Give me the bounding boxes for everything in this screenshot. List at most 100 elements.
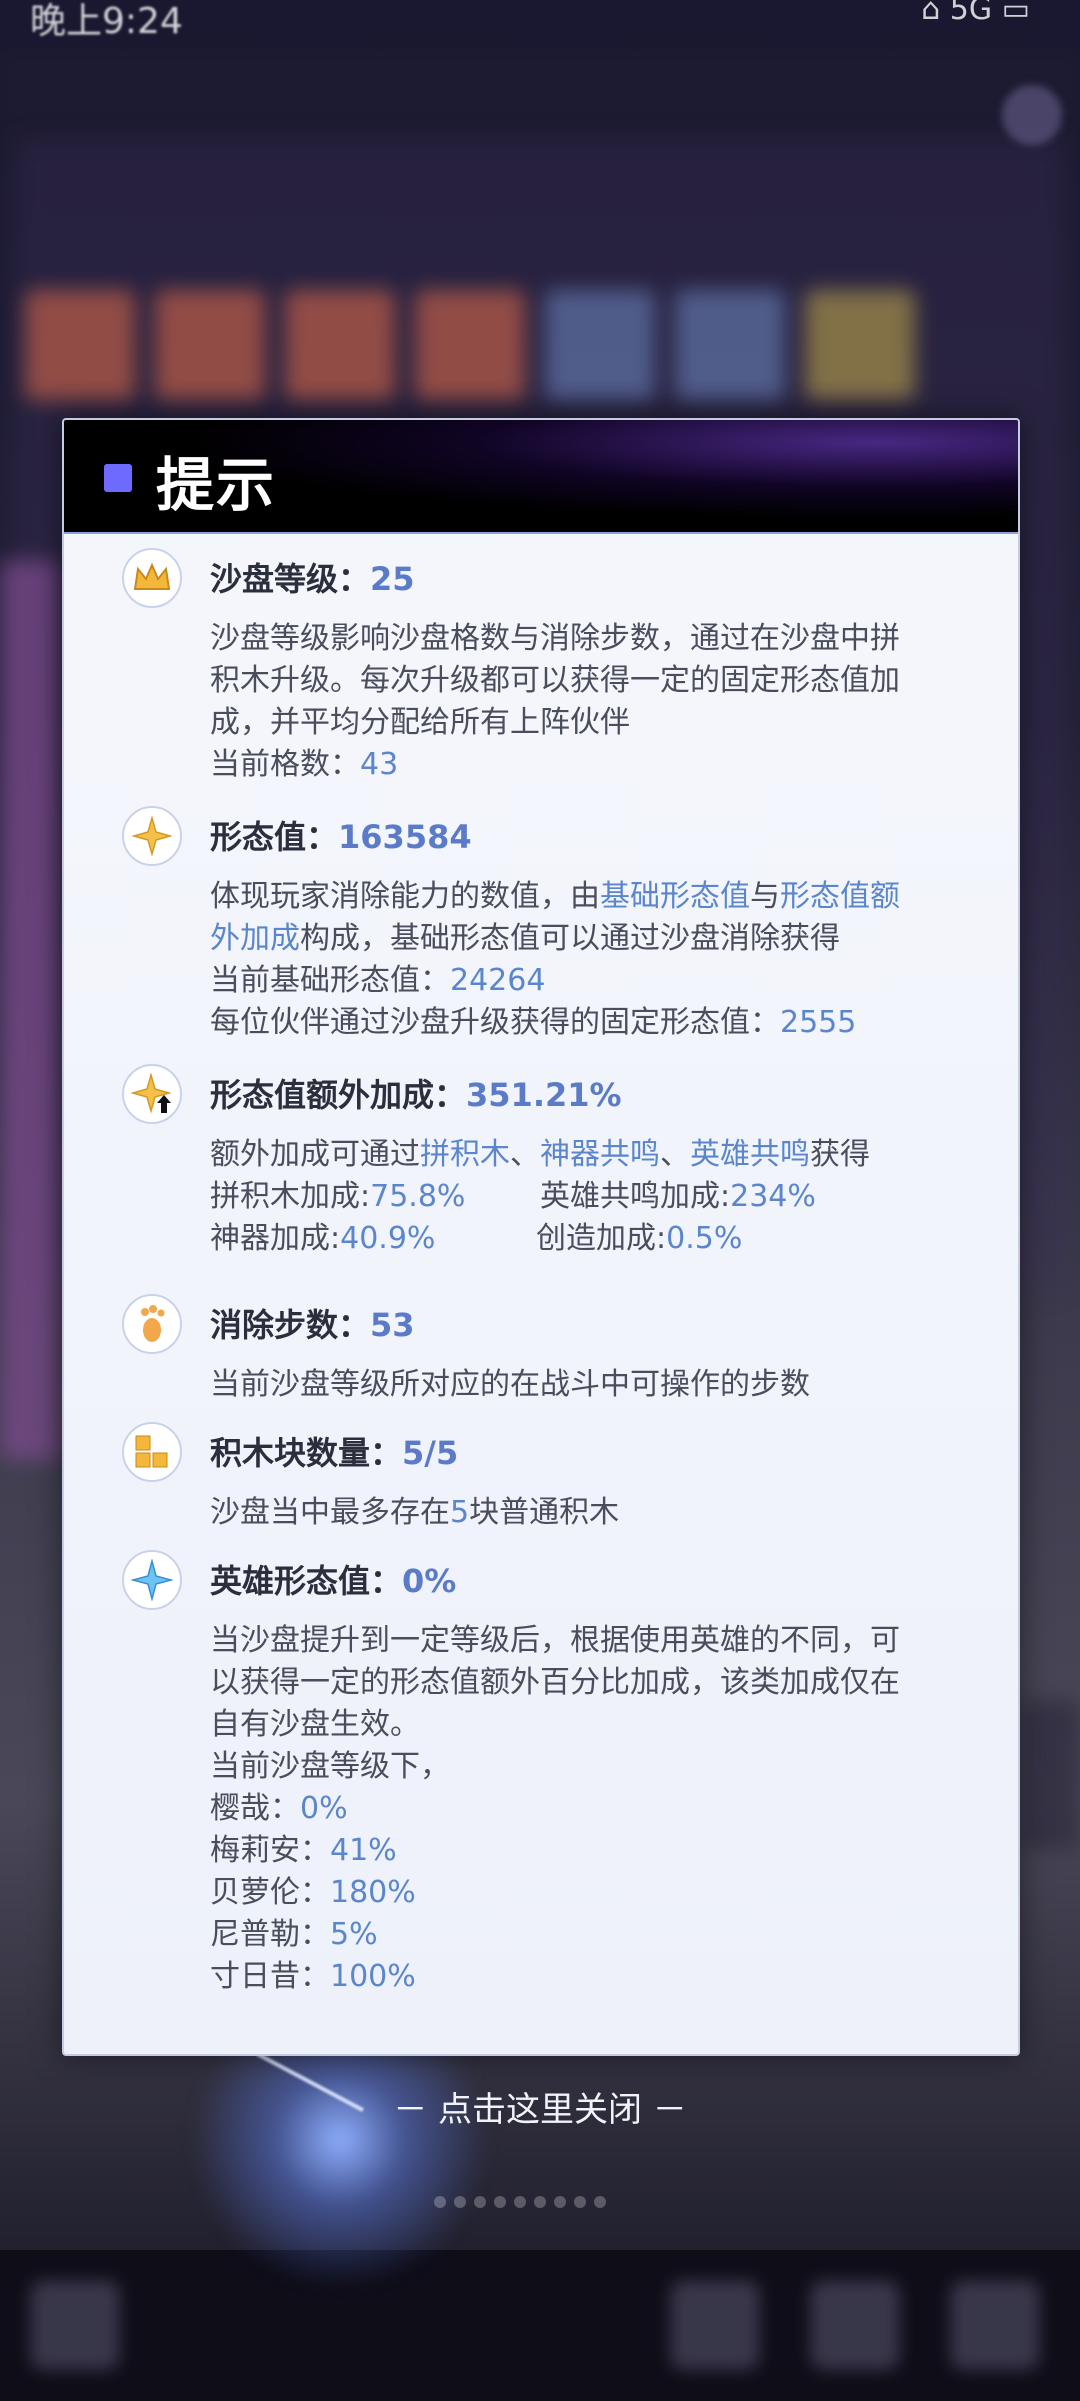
page-dots — [430, 2193, 610, 2208]
link-base-form[interactable]: 基础形态值 — [600, 879, 750, 914]
hero-bonus-value: 234% — [730, 1179, 816, 1214]
status-bar: 晚上9:24 ⌂ 5G ▭ — [0, 0, 1080, 42]
crown-icon — [122, 548, 182, 608]
page-dot — [494, 2196, 506, 2208]
link-extra-bonus[interactable]: 外加成 — [210, 921, 300, 956]
dialog-header: 提示 — [64, 420, 1018, 534]
status-icons: ⌂ 5G ▭ — [921, 0, 1030, 27]
level-value: 25 — [370, 560, 415, 598]
fixed-form-row: 每位伙伴通过沙盘升级获得的固定形态值：2555 — [210, 1002, 970, 1044]
block-bonus-label: 拼积木加成: — [210, 1179, 371, 1214]
link-hero[interactable]: 英雄共鸣 — [690, 1137, 810, 1172]
bonus-row: 拼积木加成:75.8% 英雄共鸣加成:234% — [210, 1176, 970, 1218]
hero-row: 樱哉：0% — [210, 1788, 970, 1830]
help-button[interactable] — [1002, 85, 1062, 145]
section-title: 形态值额外加成：351.21% — [210, 1070, 622, 1116]
desc-line: 沙盘当中最多存在5块普通积木 — [210, 1492, 970, 1534]
title-label: 英雄形态值： — [210, 1562, 403, 1600]
bottom-bar — [0, 2250, 1080, 2401]
section-title: 消除步数：53 — [210, 1300, 415, 1346]
section-body: 沙盘等级影响沙盘格数与消除步数，通过在沙盘中拼 积木升级。每次升级都可以获得一定… — [210, 618, 970, 786]
desc-text: 构成，基础形态值可以通过沙盘消除获得 — [300, 921, 840, 956]
create-bonus-value: 0.5% — [666, 1221, 743, 1256]
desc-text: 与 — [750, 879, 780, 914]
section-title: 沙盘等级：25 — [210, 554, 415, 600]
base-form-row: 当前基础形态值：24264 — [210, 960, 970, 1002]
grid-label: 当前格数： — [210, 747, 360, 782]
desc-line: 成，并平均分配给所有上阵伙伴 — [210, 705, 630, 740]
artifact-bonus-label: 神器加成: — [210, 1221, 341, 1256]
hero-name: 贝萝伦： — [210, 1875, 330, 1910]
status-time: 晚上9:24 — [30, 1, 183, 42]
desc-line: 体现玩家消除能力的数值，由基础形态值与形态值额 — [210, 876, 970, 918]
blocks-icon — [122, 1422, 182, 1482]
fixed-value: 2555 — [780, 1005, 857, 1040]
tile — [545, 290, 655, 400]
star-icon — [122, 806, 182, 866]
tile — [675, 290, 785, 400]
hint-dialog: 提示 沙盘等级：25 沙盘等级影响沙盘格数与消除步数，通过在沙盘中拼 积木升级。… — [62, 418, 1020, 2056]
desc-line: 当前沙盘等级下， — [210, 1749, 450, 1784]
tile — [0, 560, 60, 1460]
hero-icon[interactable] — [670, 2280, 760, 2370]
dialog-title: 提示 — [156, 451, 277, 519]
desc-line: 当前沙盘等级所对应的在战斗中可操作的步数 — [210, 1367, 810, 1402]
page-dot — [534, 2196, 546, 2208]
desc-line: 外加成构成，基础形态值可以通过沙盘消除获得 — [210, 918, 970, 960]
section-title: 积木块数量：5/5 — [210, 1428, 458, 1474]
separator: 、 — [510, 1137, 540, 1172]
section-body: 沙盘当中最多存在5块普通积木 — [210, 1492, 970, 1534]
header-square-icon — [104, 464, 132, 492]
hero-name: 樱哉： — [210, 1791, 300, 1826]
hero-bonus-label: 英雄共鸣加成: — [540, 1179, 731, 1214]
form-value: 163584 — [338, 818, 472, 856]
section-body: 额外加成可通过拼积木、神器共鸣、英雄共鸣获得 拼积木加成:75.8% 英雄共鸣加… — [210, 1134, 970, 1260]
title-label: 形态值额外加成： — [210, 1076, 467, 1114]
desc-text: 获得 — [810, 1137, 870, 1172]
page-dot — [514, 2196, 526, 2208]
page-dot — [594, 2196, 606, 2208]
link-extra-bonus[interactable]: 形态值额 — [780, 879, 900, 914]
menu-icon[interactable] — [950, 2280, 1040, 2370]
section-body: 当沙盘提升到一定等级后，根据使用英雄的不同，可 以获得一定的形态值额外百分比加成… — [210, 1620, 970, 1998]
back-icon[interactable] — [30, 2280, 120, 2370]
blocks-value: 5/5 — [402, 1434, 459, 1472]
block-bonus-value: 75.8% — [370, 1179, 466, 1214]
link-blocks[interactable]: 拼积木 — [420, 1137, 510, 1172]
hero-name: 梅莉安： — [210, 1833, 330, 1868]
fixed-label: 每位伙伴通过沙盘升级获得的固定形态值： — [210, 1005, 780, 1040]
sparkle-icon — [122, 1550, 182, 1610]
hero-form-value: 0% — [402, 1562, 457, 1600]
desc-line: 以获得一定的形态值额外百分比加成，该类加成仅在 — [210, 1665, 900, 1700]
tile — [155, 290, 265, 400]
base-label: 当前基础形态值： — [210, 963, 450, 998]
title-label: 消除步数： — [210, 1306, 371, 1344]
desc-line: 积木升级。每次升级都可以获得一定的固定形态值加 — [210, 663, 900, 698]
desc-line: 额外加成可通过拼积木、神器共鸣、英雄共鸣获得 — [210, 1134, 970, 1176]
page-dot — [474, 2196, 486, 2208]
close-hint-button[interactable]: － 点击这里关闭 － — [0, 2082, 1080, 2131]
tile — [25, 290, 135, 400]
title-label: 形态值： — [210, 818, 339, 856]
hero-name: 尼普勒： — [210, 1917, 330, 1952]
grid-value: 43 — [360, 747, 399, 782]
hero-row: 尼普勒：5% — [210, 1914, 970, 1956]
hero-value: 0% — [300, 1791, 348, 1826]
hero-row: 贝萝伦：180% — [210, 1872, 970, 1914]
section-title: 英雄形态值：0% — [210, 1556, 456, 1602]
bonus-value: 351.21% — [466, 1076, 622, 1114]
hero-value: 100% — [330, 1959, 416, 1994]
create-bonus-label: 创造加成: — [536, 1221, 667, 1256]
desc-text: 额外加成可通过 — [210, 1137, 420, 1172]
max-blocks-value: 5 — [450, 1495, 470, 1530]
desc-line: 当沙盘提升到一定等级后，根据使用英雄的不同，可 — [210, 1623, 900, 1658]
page-dot — [554, 2196, 566, 2208]
desc-text: 体现玩家消除能力的数值，由 — [210, 879, 600, 914]
link-artifact[interactable]: 神器共鸣 — [540, 1137, 660, 1172]
title-label: 积木块数量： — [210, 1434, 403, 1472]
page-dot — [454, 2196, 466, 2208]
desc-text: 块普通积木 — [469, 1495, 620, 1530]
page-dot — [434, 2196, 446, 2208]
chest-icon[interactable] — [810, 2280, 900, 2370]
desc-line: 自有沙盘生效。 — [210, 1707, 420, 1742]
